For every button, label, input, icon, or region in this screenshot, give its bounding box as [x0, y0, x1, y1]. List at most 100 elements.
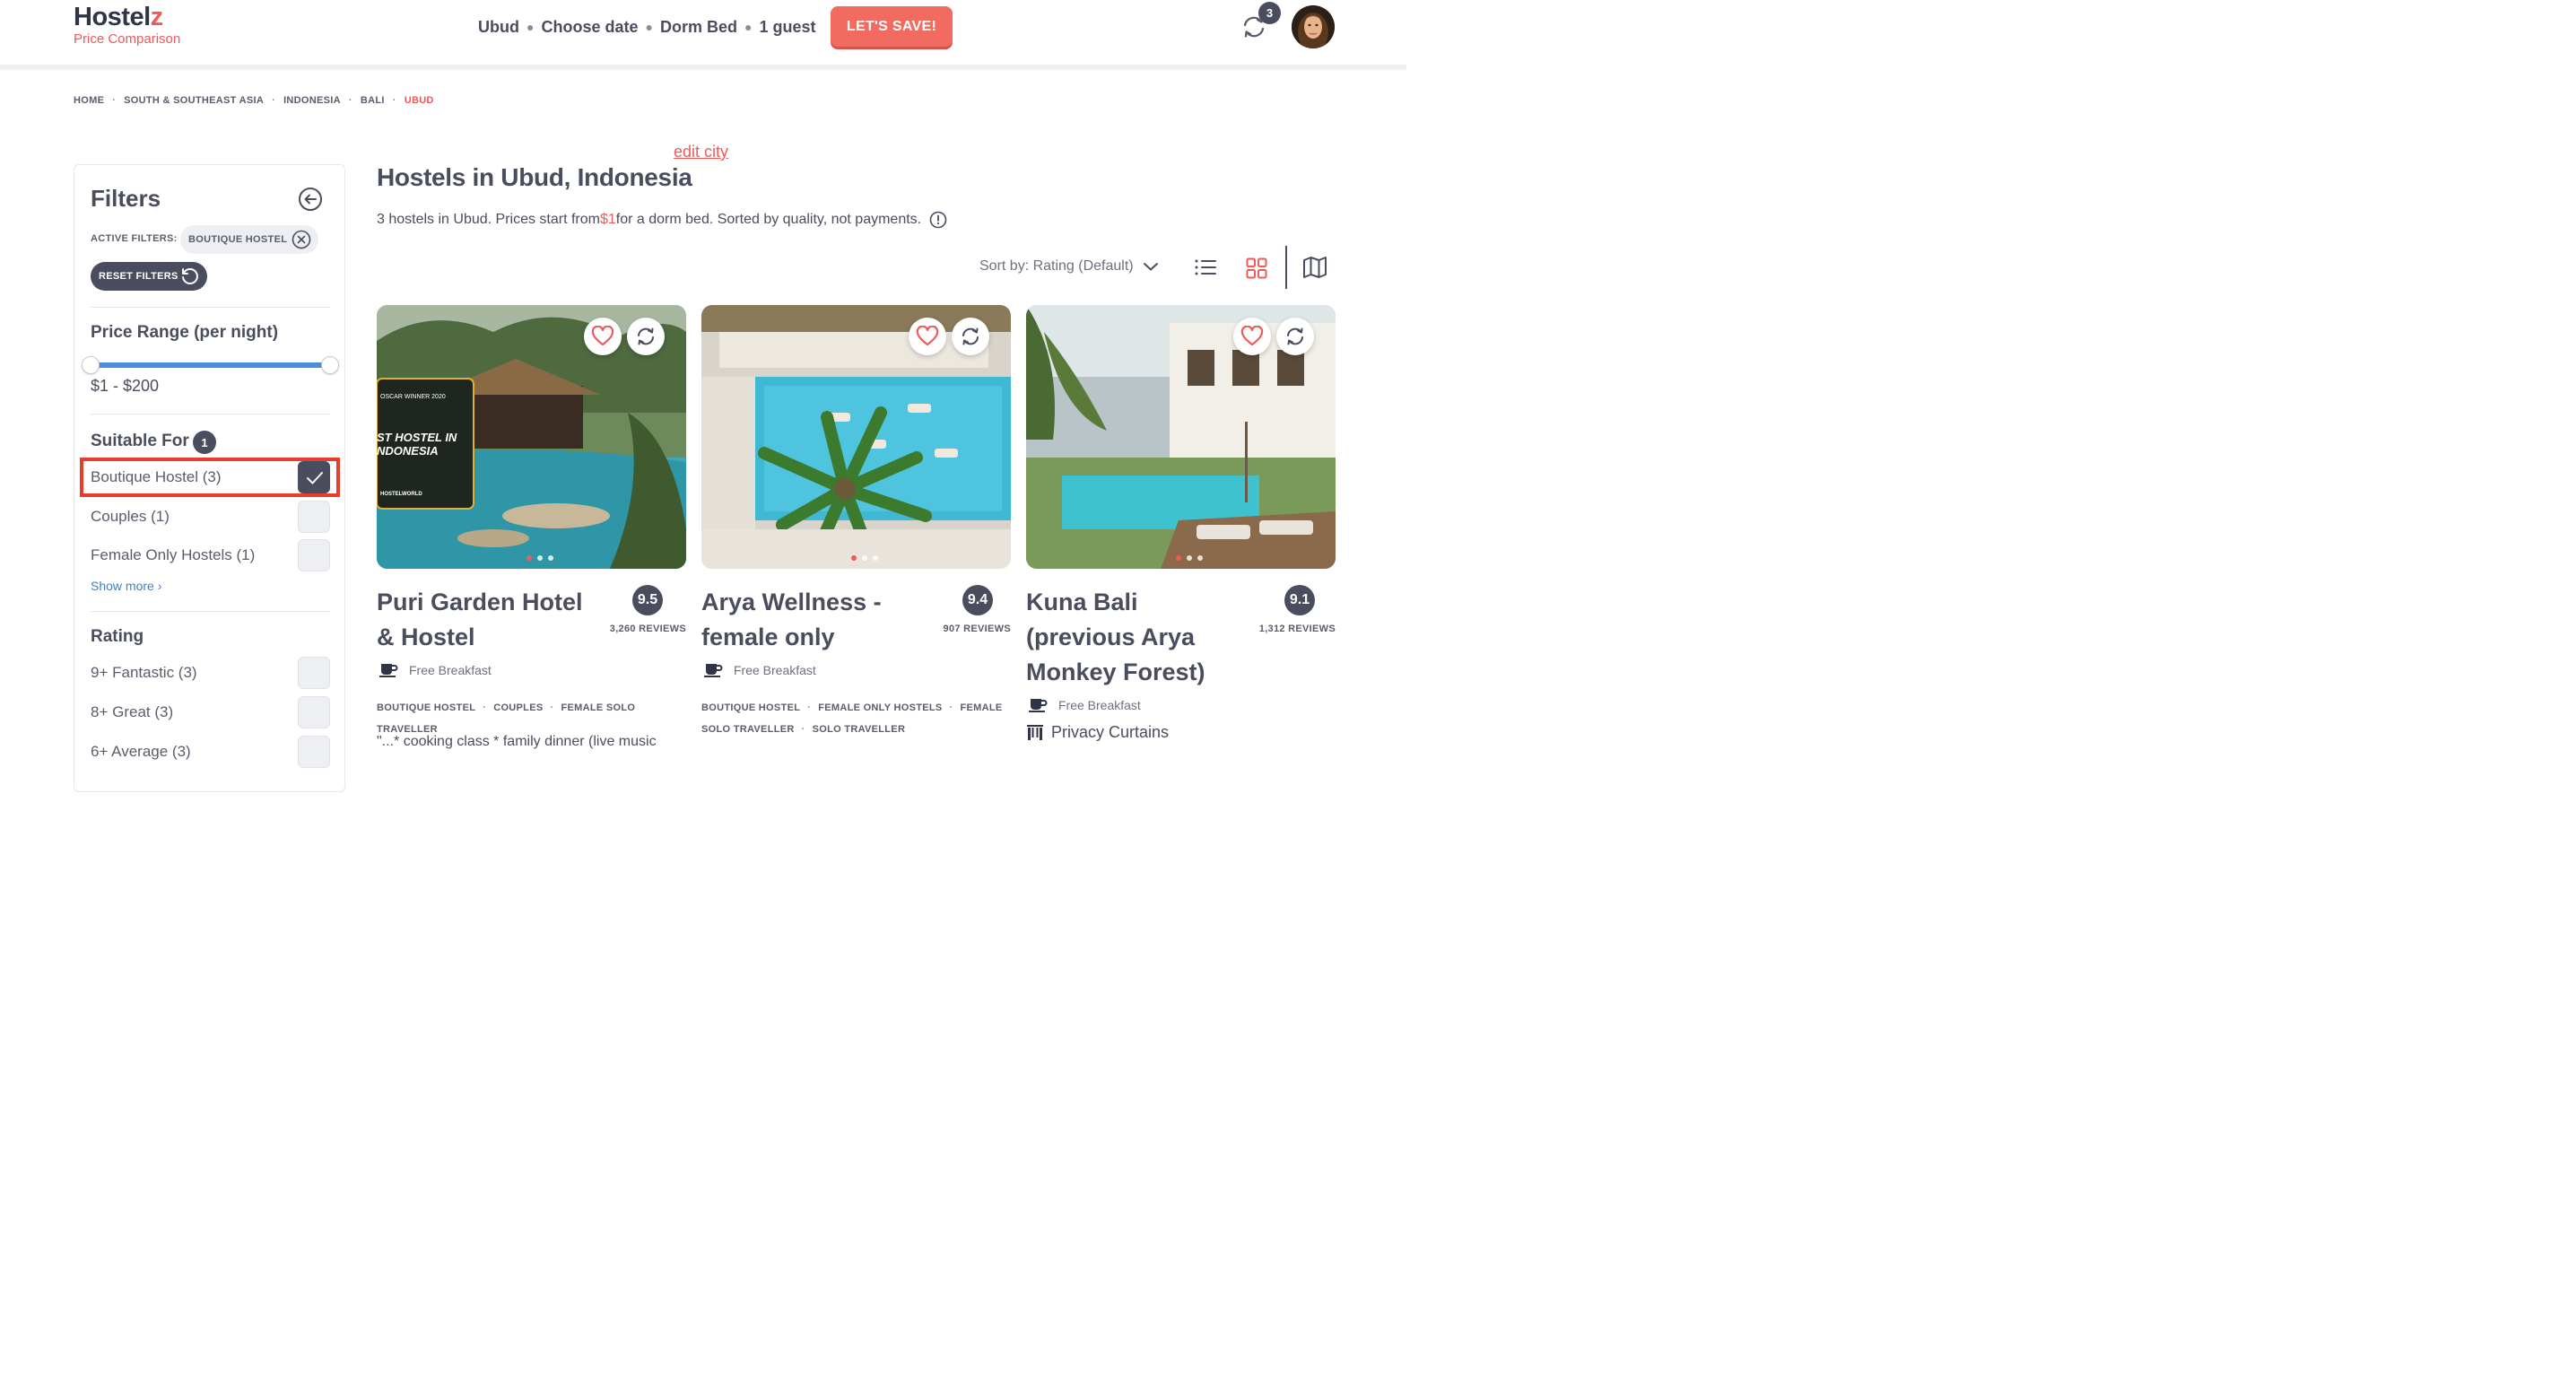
divider: [91, 307, 330, 308]
sort-label: Sort by: Rating (Default): [979, 258, 1134, 274]
compare-icon: [1287, 327, 1303, 345]
user-avatar[interactable]: [1292, 5, 1335, 48]
breadcrumb-area[interactable]: BALI: [361, 95, 385, 106]
add-to-compare-button[interactable]: [952, 318, 989, 355]
filter-option-label: 8+ Great (3): [91, 703, 174, 720]
logo[interactable]: Hostelz Price Comparison: [74, 4, 180, 48]
remove-filter-icon[interactable]: [292, 230, 311, 249]
rating-badge: 9.1: [1284, 585, 1315, 615]
search-room-type[interactable]: Dorm Bed: [660, 18, 737, 37]
hostel-card[interactable]: OSCAR WINNER 2020 ST HOSTEL IN NDONESIA …: [377, 305, 686, 772]
favorite-button[interactable]: [584, 318, 622, 355]
breadcrumb-region[interactable]: SOUTH & SOUTHEAST ASIA: [124, 95, 264, 106]
hostel-name[interactable]: Kuna Bali (previous Arya Monkey Forest): [1026, 585, 1241, 690]
search-guests[interactable]: 1 guest: [759, 18, 815, 37]
edit-city-link[interactable]: edit city: [674, 143, 728, 161]
amenity-label: Privacy Curtains: [1051, 723, 1170, 741]
summary-text: for a dorm bed. Sorted by quality, not p…: [615, 212, 922, 227]
separator-dot: ●: [645, 20, 653, 34]
filter-option-rating-8[interactable]: 8+ Great (3): [91, 696, 330, 728]
lets-save-button[interactable]: LET'S SAVE!: [831, 6, 953, 47]
hostel-name[interactable]: Arya Wellness - female only: [701, 585, 917, 655]
photo-carousel-dots[interactable]: [527, 555, 553, 561]
tag: COUPLES: [493, 702, 544, 713]
price-slider-max-handle[interactable]: [321, 356, 339, 374]
chevron-down-icon: [1143, 263, 1158, 271]
collapse-filters-icon[interactable]: [298, 187, 323, 212]
photo-overlay-text: OSCAR WINNER 2020: [380, 394, 446, 400]
photo-overlay-text: ST HOSTEL IN: [377, 431, 457, 444]
info-icon[interactable]: [929, 211, 947, 229]
breadcrumb-current-city: UBUD: [404, 95, 434, 106]
breadcrumb-home[interactable]: HOME: [74, 95, 104, 106]
hostel-photo[interactable]: OSCAR WINNER 2020 ST HOSTEL IN NDONESIA …: [377, 305, 686, 569]
breadcrumb: HOME · SOUTH & SOUTHEAST ASIA · INDONESI…: [74, 95, 434, 106]
price-range-value: $1 - $200: [91, 377, 160, 395]
hostel-photo[interactable]: [701, 305, 1011, 569]
hostel-name[interactable]: Puri Garden Hotel & Hostel: [377, 585, 592, 655]
search-date[interactable]: Choose date: [541, 18, 638, 37]
hostel-card[interactable]: Arya Wellness - female only 9.4 907 REVI…: [701, 305, 1011, 772]
view-toggle-divider: [1285, 246, 1287, 289]
amenity-privacy-curtains: Privacy Curtains: [1026, 723, 1169, 742]
filter-option-label: Couples (1): [91, 508, 170, 525]
checkbox[interactable]: [298, 736, 330, 768]
active-filter-chip: BOUTIQUE HOSTEL: [180, 225, 318, 254]
rating-title: Rating: [91, 627, 144, 646]
favorite-button[interactable]: [1233, 318, 1271, 355]
heart-icon: [591, 326, 614, 346]
breadcrumb-country[interactable]: INDONESIA: [283, 95, 341, 106]
photo-carousel-dots[interactable]: [851, 555, 878, 561]
summary-text: 3 hostels in Ubud. Prices start from: [377, 212, 600, 227]
hostel-photo[interactable]: [1026, 305, 1336, 569]
tag: FEMALE ONLY HOSTELS: [818, 702, 943, 713]
list-view-icon[interactable]: [1194, 257, 1217, 277]
filter-option-rating-6[interactable]: 6+ Average (3): [91, 736, 330, 768]
separator-dot: ●: [744, 20, 753, 34]
add-to-compare-button[interactable]: [1276, 318, 1314, 355]
review-count[interactable]: 907 REVIEWS: [944, 624, 1011, 634]
review-count[interactable]: 3,260 REVIEWS: [610, 624, 686, 634]
tag: BOUTIQUE HOSTEL: [377, 702, 476, 713]
tag: BOUTIQUE HOSTEL: [701, 702, 801, 713]
filter-option-couples[interactable]: Couples (1): [91, 501, 330, 533]
divider: [91, 611, 330, 612]
search-summary[interactable]: Ubud ● Choose date ● Dorm Bed ● 1 guest: [478, 16, 815, 38]
avatar-image: [1292, 5, 1335, 48]
review-count[interactable]: 1,312 REVIEWS: [1259, 624, 1336, 634]
search-city[interactable]: Ubud: [478, 18, 519, 37]
filter-option-label: 9+ Fantastic (3): [91, 664, 197, 681]
checkbox[interactable]: [298, 501, 330, 533]
results-summary: 3 hostels in Ubud. Prices start from $1 …: [377, 211, 947, 229]
filter-option-female-only[interactable]: Female Only Hostels (1): [91, 539, 330, 571]
add-to-compare-button[interactable]: [627, 318, 665, 355]
hostel-card[interactable]: Kuna Bali (previous Arya Monkey Forest) …: [1026, 305, 1336, 772]
price-slider-min-handle[interactable]: [82, 356, 100, 374]
suitable-for-title: Suitable For: [91, 432, 189, 450]
favorite-button[interactable]: [909, 318, 946, 355]
sort-dropdown[interactable]: Sort by: Rating (Default): [979, 258, 1159, 275]
checkbox[interactable]: [298, 696, 330, 728]
heart-icon: [1240, 326, 1264, 346]
price-slider-track[interactable]: [91, 362, 330, 368]
active-filters-label: ACTIVE FILTERS:: [91, 233, 178, 244]
filter-option-label: Female Only Hostels (1): [91, 546, 256, 563]
map-view-icon[interactable]: [1302, 256, 1327, 279]
filters-sidebar: Filters ACTIVE FILTERS: BOUTIQUE HOSTEL …: [74, 164, 345, 792]
filters-title: Filters: [91, 185, 161, 212]
grid-view-icon[interactable]: [1246, 257, 1267, 279]
checkbox[interactable]: [298, 539, 330, 571]
show-more-link[interactable]: Show more ›: [91, 579, 161, 593]
reset-filters-label: RESET FILTERS: [99, 271, 178, 282]
reset-filters-button[interactable]: RESET FILTERS: [91, 262, 207, 291]
compare-icon: [962, 327, 979, 345]
filter-option-label: 6+ Average (3): [91, 743, 191, 760]
coffee-cup-icon: [1029, 699, 1048, 712]
suitable-for-count-badge: 1: [193, 431, 216, 454]
checkbox[interactable]: [298, 657, 330, 689]
amenity-label: Free Breakfast: [409, 663, 492, 677]
photo-carousel-dots[interactable]: [1176, 555, 1203, 561]
filter-option-rating-9[interactable]: 9+ Fantastic (3): [91, 657, 330, 689]
compare-icon: [638, 327, 654, 345]
price-range-title: Price Range (per night): [91, 323, 279, 342]
